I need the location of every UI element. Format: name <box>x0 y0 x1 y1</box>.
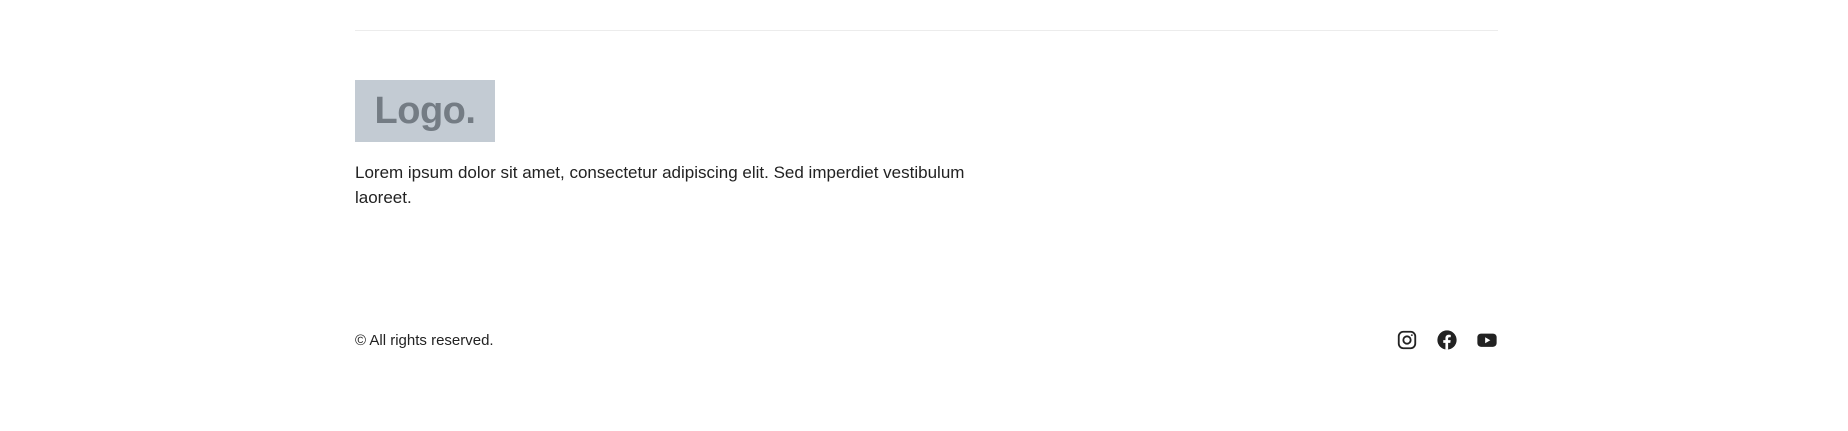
facebook-link[interactable] <box>1436 329 1458 351</box>
instagram-link[interactable] <box>1396 329 1418 351</box>
youtube-link[interactable] <box>1476 329 1498 351</box>
footer-divider <box>355 30 1498 31</box>
social-links <box>1396 329 1498 351</box>
site-footer: Logo. Lorem ipsum dolor sit amet, consec… <box>355 0 1498 431</box>
copyright-text: © All rights reserved. <box>355 332 494 349</box>
footer-logo[interactable]: Logo. <box>355 80 495 142</box>
youtube-icon <box>1477 333 1497 347</box>
footer-description: Lorem ipsum dolor sit amet, consectetur … <box>355 163 965 207</box>
logo-text: Logo. <box>374 89 476 132</box>
facebook-icon <box>1437 330 1457 350</box>
instagram-icon <box>1397 330 1417 350</box>
